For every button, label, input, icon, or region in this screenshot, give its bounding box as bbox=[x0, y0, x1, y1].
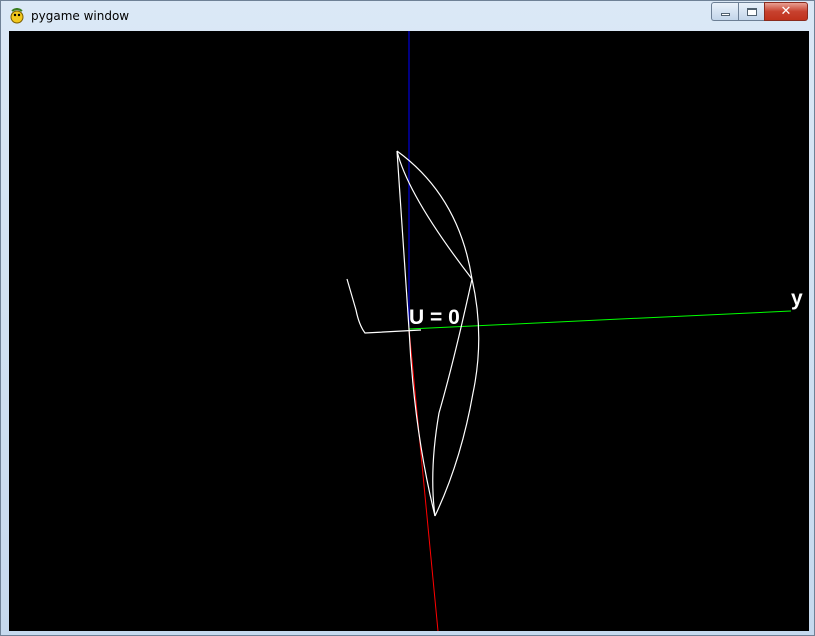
y-axis-label: y bbox=[791, 287, 803, 310]
window-controls: ✕ bbox=[711, 2, 808, 22]
left-spine-curve bbox=[396, 150, 436, 517]
pygame-canvas[interactable]: U = 0 y bbox=[9, 31, 809, 631]
curve-group bbox=[346, 150, 480, 517]
minimize-button[interactable] bbox=[711, 2, 738, 21]
maximize-button[interactable] bbox=[738, 2, 764, 21]
upper-lens-outer bbox=[396, 150, 473, 280]
close-button[interactable]: ✕ bbox=[764, 2, 808, 21]
upper-lens-inner bbox=[396, 150, 473, 280]
scene-svg bbox=[346, 31, 792, 631]
maximize-icon bbox=[746, 7, 757, 16]
window-title: pygame window bbox=[31, 9, 130, 23]
pygame-window: pygame window ✕ U = 0 y bbox=[0, 0, 815, 636]
close-icon: ✕ bbox=[780, 4, 792, 19]
title-bar[interactable]: pygame window ✕ bbox=[1, 1, 814, 31]
pygame-snake-icon bbox=[9, 8, 25, 24]
minimize-icon bbox=[720, 13, 730, 16]
x-axis-line bbox=[408, 328, 439, 631]
y-axis-line bbox=[408, 310, 792, 330]
u-value-label: U = 0 bbox=[409, 306, 460, 329]
